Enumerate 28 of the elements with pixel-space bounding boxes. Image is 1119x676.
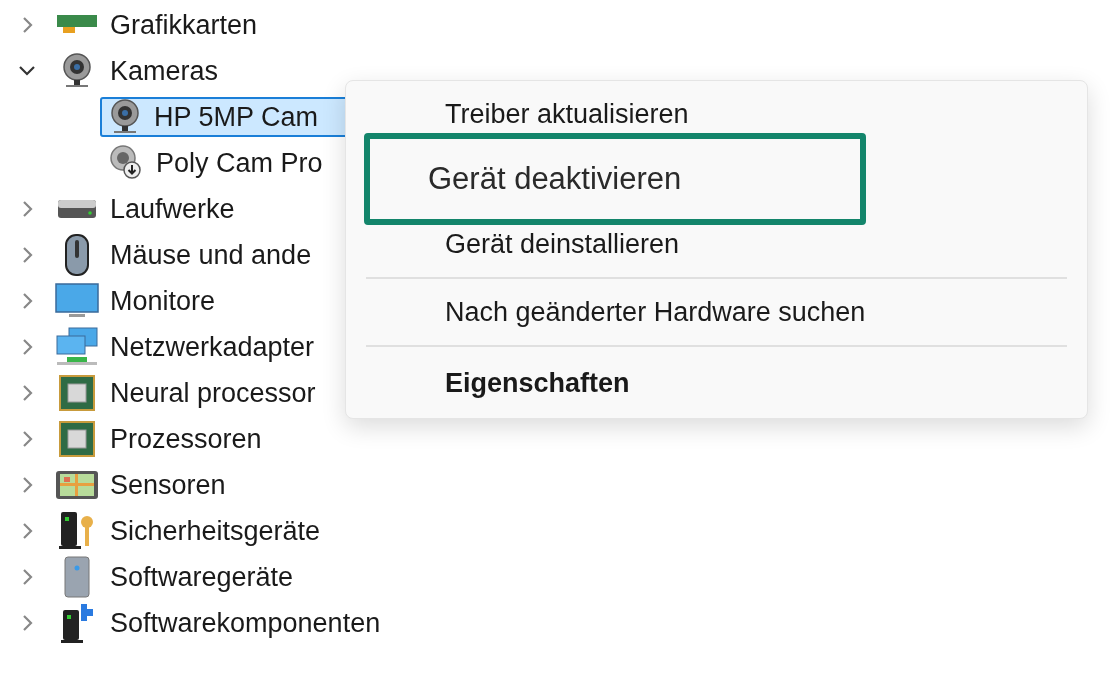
tree-item-label[interactable]: Prozessoren <box>110 418 262 460</box>
monitor-icon <box>55 283 99 319</box>
map-sensor-icon <box>55 470 99 500</box>
menu-item[interactable]: Gerät deinstallieren <box>346 225 1087 263</box>
chip-icon <box>57 373 97 413</box>
network-icon <box>55 327 99 367</box>
menu-item[interactable]: Eigenschaften <box>346 361 1087 405</box>
chip-icon <box>57 419 97 459</box>
menu-item[interactable]: Nach geänderter Hardware suchen <box>346 293 1087 331</box>
graphics-card-icon <box>57 15 97 35</box>
tree-item-label[interactable]: Softwaregeräte <box>110 556 294 598</box>
tree-item-label[interactable]: Monitore <box>110 280 216 322</box>
tree-item-label[interactable]: Sensoren <box>110 464 226 506</box>
webcam-icon <box>60 52 94 90</box>
drive-icon <box>57 198 97 220</box>
tree-item-label[interactable]: Kameras <box>110 50 219 92</box>
device-tower-icon <box>62 556 92 598</box>
tree-item-label[interactable]: Softwarekomponenten <box>110 602 381 644</box>
highlight-callout[interactable]: Gerät deaktivieren <box>364 133 866 225</box>
tree-item-label[interactable]: Laufwerke <box>110 188 235 230</box>
tree-item-label[interactable]: Netzwerkadapter <box>110 326 315 368</box>
mouse-icon <box>64 234 90 276</box>
webcam-download-icon <box>108 144 144 182</box>
tree-item-label[interactable]: Neural processor <box>110 372 316 414</box>
tree-item-label[interactable]: Sicherheitsgeräte <box>110 510 321 552</box>
tree-item-label[interactable]: Grafikkarten <box>110 4 258 46</box>
tree-item-label[interactable]: Mäuse und ande <box>110 234 312 276</box>
webcam-icon <box>108 98 142 136</box>
